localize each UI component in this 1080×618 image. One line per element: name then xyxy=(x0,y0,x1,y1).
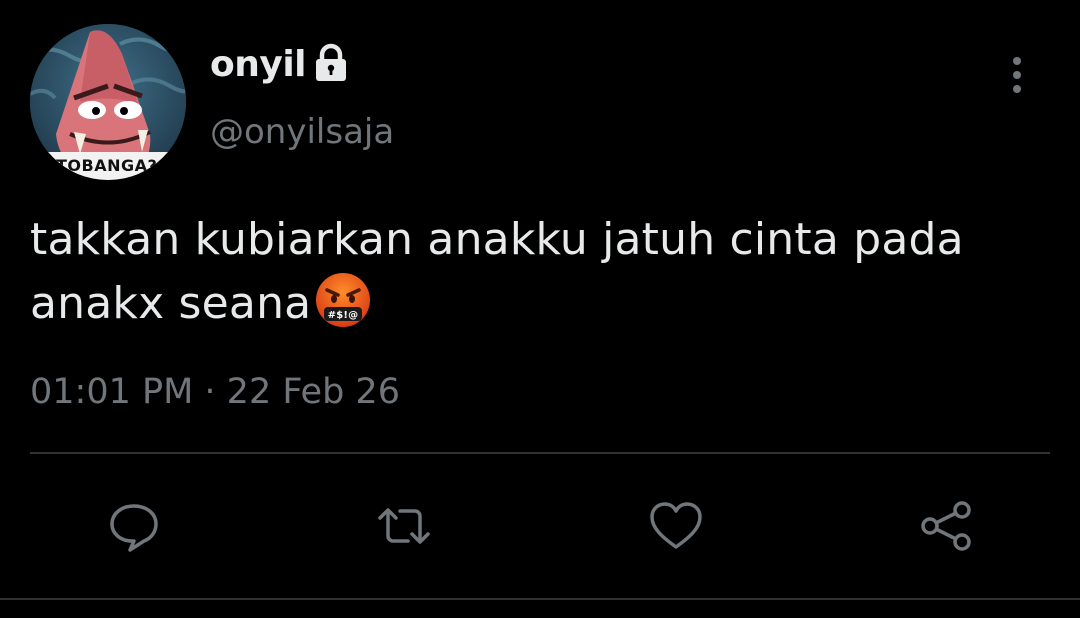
face-with-symbols-on-mouth-icon: #$!@ xyxy=(316,273,371,327)
lock-icon xyxy=(316,43,346,81)
tweet-timestamp[interactable]: 01:01 PM · 22 Feb 26 xyxy=(30,372,400,412)
retweet-button[interactable] xyxy=(374,496,434,556)
bottom-divider xyxy=(0,598,1080,600)
share-icon xyxy=(921,501,971,551)
avatar-caption: TOBANGA? xyxy=(56,156,158,175)
user-handle[interactable]: @onyilsaja xyxy=(210,112,394,152)
retweet-icon xyxy=(378,508,430,544)
tweet-detail: TOBANGA? onyil @onyilsaja takkan kubiark… xyxy=(0,0,1080,618)
more-options-icon[interactable] xyxy=(998,52,1036,98)
like-button[interactable] xyxy=(646,496,706,556)
share-button[interactable] xyxy=(916,496,976,556)
avatar[interactable]: TOBANGA? xyxy=(30,24,186,180)
reply-button[interactable] xyxy=(104,496,164,556)
heart-icon xyxy=(650,502,702,549)
speech-bubble-icon xyxy=(110,504,158,552)
svg-text:#$!@: #$!@ xyxy=(328,310,359,321)
display-name[interactable]: onyil xyxy=(210,44,307,85)
tweet-text-body: takkan kubiarkan anakku jatuh cinta pada… xyxy=(30,214,964,329)
tweet-text: takkan kubiarkan anakku jatuh cinta pada… xyxy=(30,210,1040,334)
divider xyxy=(30,452,1050,454)
